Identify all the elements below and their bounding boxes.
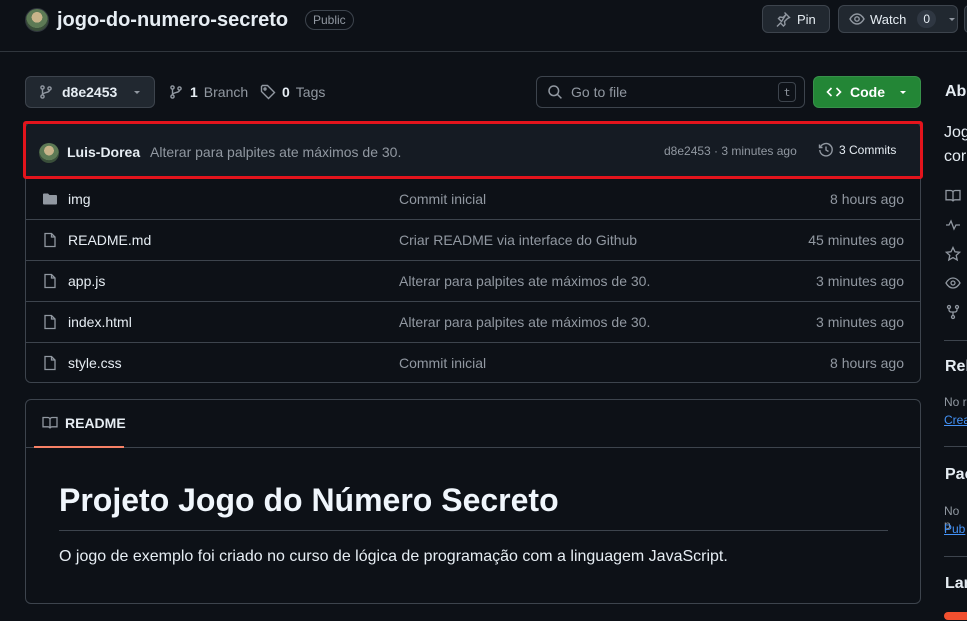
git-branch-icon [168, 84, 184, 100]
commit-author[interactable]: Luis-Dorea [67, 144, 140, 160]
file-commit-message[interactable]: Alterar para palpites ate máximos de 30. [399, 314, 650, 330]
readme-panel: README Projeto Jogo do Número Secreto O … [25, 399, 921, 604]
languages-heading: Lar [945, 575, 967, 592]
code-icon [826, 84, 842, 100]
file-name[interactable]: index.html [68, 314, 132, 330]
branch-count: 1 [190, 84, 198, 100]
pin-button[interactable]: Pin [762, 5, 830, 33]
file-commit-message[interactable]: Commit inicial [399, 191, 486, 207]
latest-commit-bar: Luis-Dorea Alterar para palpites ate máx… [26, 123, 920, 179]
pin-label: Pin [797, 11, 816, 27]
table-row[interactable]: img Commit inicial 8 hours ago [26, 178, 920, 219]
watch-button[interactable]: Watch 0 [838, 5, 958, 33]
releases-heading[interactable]: Rel [945, 358, 967, 376]
star-icon[interactable] [945, 246, 961, 262]
watch-count: 0 [917, 10, 937, 28]
publish-package-link[interactable]: Pub [944, 522, 965, 536]
table-row[interactable]: app.js Alterar para palpites ate máximos… [26, 260, 920, 301]
chevron-down-icon [132, 87, 142, 97]
readme-tabbar: README [26, 400, 920, 448]
file-commit-message[interactable]: Criar README via interface do Github [399, 232, 637, 248]
create-release-link[interactable]: Crea [944, 413, 967, 427]
code-button[interactable]: Code [813, 76, 921, 108]
sidebar-divider [944, 556, 967, 557]
keyboard-shortcut-hint: t [778, 82, 796, 102]
git-branch-icon [38, 84, 54, 100]
releases-empty-text: No r [944, 395, 967, 409]
repo-name[interactable]: jogo-do-numero-secreto [57, 8, 288, 32]
sidebar-divider [944, 446, 967, 447]
file-name[interactable]: app.js [68, 273, 105, 289]
file-commit-time: 45 minutes ago [808, 232, 904, 248]
file-icon [42, 273, 58, 289]
eye-icon [849, 11, 865, 27]
branch-label: Branch [203, 84, 249, 100]
chevron-down-icon[interactable] [947, 14, 957, 24]
tags-link[interactable]: 0 Tags [260, 76, 325, 108]
tag-label: Tags [295, 84, 326, 100]
commit-meta[interactable]: d8e2453 · 3 minutes ago [664, 144, 797, 158]
readme-tab-label: README [65, 415, 126, 431]
pin-icon [775, 11, 791, 27]
watch-label: Watch [870, 11, 907, 27]
file-icon [42, 232, 58, 248]
about-description-line2: cor [944, 148, 967, 165]
file-name[interactable]: img [68, 191, 91, 207]
folder-icon [42, 191, 58, 207]
file-icon [42, 355, 58, 371]
file-name[interactable]: style.css [68, 355, 122, 371]
book-icon[interactable] [945, 188, 961, 204]
code-label: Code [850, 84, 885, 100]
pulse-icon[interactable] [945, 217, 961, 233]
readme-paragraph: O jogo de exemplo foi criado no curso de… [59, 548, 728, 565]
commits-history-link[interactable]: 3 Commits [818, 142, 896, 158]
file-commit-time: 8 hours ago [830, 191, 904, 207]
branch-selector[interactable]: d8e2453 [25, 76, 155, 108]
file-name[interactable]: README.md [68, 232, 151, 248]
chevron-down-icon [898, 87, 908, 97]
history-icon [818, 142, 834, 158]
table-row[interactable]: index.html Alterar para palpites ate máx… [26, 301, 920, 342]
go-to-file-placeholder: Go to file [571, 84, 628, 100]
table-row[interactable]: README.md Criar README via interface do … [26, 219, 920, 260]
book-icon [42, 415, 58, 431]
language-bar [944, 612, 967, 620]
eye-icon[interactable] [945, 275, 961, 291]
file-commit-time: 8 hours ago [830, 355, 904, 371]
go-to-file-input[interactable]: Go to file t [536, 76, 805, 108]
commit-message[interactable]: Alterar para palpites ate máximos de 30. [150, 144, 401, 160]
file-icon [42, 314, 58, 330]
tag-icon [260, 84, 276, 100]
packages-heading[interactable]: Pac [945, 466, 967, 484]
file-commit-message[interactable]: Commit inicial [399, 355, 486, 371]
file-commit-time: 3 minutes ago [816, 314, 904, 330]
branch-ref: d8e2453 [62, 84, 118, 100]
about-heading: Abo [945, 83, 967, 100]
table-row[interactable]: style.css Commit inicial 8 hours ago [26, 342, 920, 382]
file-commit-time: 3 minutes ago [816, 273, 904, 289]
avatar[interactable] [39, 143, 59, 163]
about-description-line1: Jog [944, 124, 967, 141]
file-table: Luis-Dorea Alterar para palpites ate máx… [25, 122, 921, 383]
tab-readme[interactable]: README [34, 400, 126, 448]
owner-avatar[interactable] [25, 8, 49, 32]
search-icon [547, 84, 563, 100]
branches-link[interactable]: 1 Branch [168, 76, 248, 108]
readme-heading: Projeto Jogo do Número Secreto [59, 480, 888, 531]
visibility-badge: Public [305, 10, 354, 30]
tag-count: 0 [282, 84, 290, 100]
sidebar-divider [944, 340, 967, 341]
repo-header: jogo-do-numero-secreto Public Pin Watch … [0, 0, 967, 52]
commits-count: 3 Commits [839, 143, 897, 157]
fork-icon[interactable] [945, 304, 961, 320]
file-commit-message[interactable]: Alterar para palpites ate máximos de 30. [399, 273, 650, 289]
